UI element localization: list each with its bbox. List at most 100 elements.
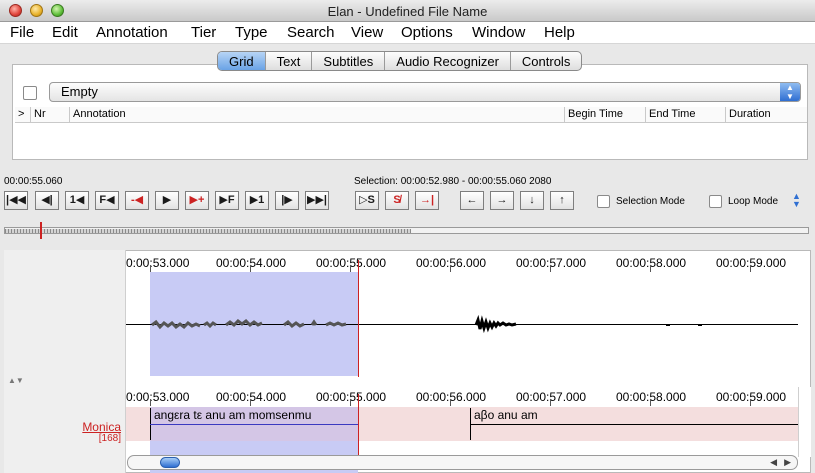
previous-second-button[interactable]: 1◀	[65, 191, 89, 210]
next-frame-button[interactable]: ▶F	[215, 191, 239, 210]
selection-readout: Selection: 00:00:52.980 - 00:00:55.060 2…	[354, 176, 552, 187]
ruler-tick	[550, 265, 551, 272]
tab-grid[interactable]: Grid	[218, 52, 266, 70]
tier-vertical-scrollbar[interactable]	[798, 387, 811, 457]
previous-pixel-button[interactable]: -◀	[125, 191, 149, 210]
annotation-2-extent	[470, 424, 798, 425]
column-header-duration[interactable]: Duration	[726, 107, 807, 123]
column-header-begin-time[interactable]: Begin Time	[565, 107, 646, 123]
ruler-tick-label: 00:00:59.000	[716, 256, 787, 270]
go-to-begin-icon: |◀◀	[6, 194, 26, 206]
step-forward-frame-icon: ▶F	[219, 194, 235, 206]
ruler-tick-label: 00:00:55.000	[316, 390, 387, 404]
volume-spinner-icon[interactable]: ▲ ▼	[792, 192, 801, 209]
step-forward-second-icon: ▶1	[249, 194, 265, 206]
ruler-tick	[450, 399, 451, 406]
next-second-button[interactable]: ▶1	[245, 191, 269, 210]
selection-mode-checkbox[interactable]	[597, 195, 610, 208]
go-to-end-icon: ▶▶|	[307, 194, 327, 206]
play-button[interactable]: ▶	[155, 191, 179, 210]
tab-controls[interactable]: Controls	[511, 52, 581, 70]
ruler-tick	[350, 399, 351, 406]
ruler-tick-label: 00:00:55.000	[316, 256, 387, 270]
annotation-ruler: 0:00:53.000 00:00:54.000 00:00:55.000 00…	[126, 384, 798, 406]
ruler-tick-label: 00:00:59.000	[716, 390, 787, 404]
arrow-up-icon: ↑	[559, 194, 565, 206]
media-time-readout: 00:00:55.060	[4, 176, 63, 187]
play-selection-button[interactable]: ▷S	[355, 191, 379, 210]
next-frame-block-button[interactable]: |▶	[275, 191, 299, 210]
menu-view[interactable]: View	[351, 24, 383, 41]
menu-file[interactable]: File	[10, 24, 34, 41]
crosshair-cursor	[358, 260, 359, 377]
crosshair-position-marker[interactable]	[40, 222, 42, 239]
ruler-tick	[150, 399, 151, 406]
step-back-pixel-icon: -◀	[130, 194, 144, 206]
skip-back-icon: ◀|	[41, 194, 53, 206]
waveform-resize-arrows-icon[interactable]: ▲▼	[8, 376, 24, 385]
tier-name[interactable]: Monica	[80, 420, 121, 434]
menu-help[interactable]: Help	[544, 24, 575, 41]
tab-audio-recognizer[interactable]: Audio Recognizer	[385, 52, 511, 70]
ruler-tick	[750, 265, 751, 272]
tier-down-button[interactable]: ↓	[520, 191, 544, 210]
ruler-tick-label: 00:00:58.000	[616, 256, 687, 270]
menu-search[interactable]: Search	[287, 24, 335, 41]
ruler-tick-label: 00:00:56.000	[416, 256, 487, 270]
next-pixel-button[interactable]: ▶+	[185, 191, 209, 210]
tier-select[interactable]: Empty ▲ ▼	[49, 82, 801, 102]
waveform	[151, 314, 702, 334]
ruler-tick	[450, 265, 451, 272]
step-back-frame-icon: F◀	[99, 194, 115, 206]
tier-up-button[interactable]: ↑	[550, 191, 574, 210]
prev-annotation-button[interactable]: ←	[460, 191, 484, 210]
tier-select-value: Empty	[61, 84, 98, 99]
go-to-selection-end-icon: →|	[419, 194, 435, 206]
tab-text[interactable]: Text	[266, 52, 313, 70]
scroll-right-arrow-icon[interactable]: ▶	[784, 457, 791, 468]
timeline-horizontal-scrollbar[interactable]: ◀ ▶	[127, 455, 798, 470]
play-icon: ▶	[162, 194, 172, 206]
menu-tier[interactable]: Tier	[191, 24, 216, 41]
menu-options[interactable]: Options	[401, 24, 453, 41]
annotation-2[interactable]: aβo anu am	[474, 408, 538, 422]
column-header-annotation[interactable]: Annotation	[70, 107, 565, 123]
previous-frame-button[interactable]: F◀	[95, 191, 119, 210]
ruler-tick	[650, 399, 651, 406]
column-header-expand[interactable]: >	[15, 107, 31, 123]
scroll-left-arrow-icon[interactable]: ◀	[770, 457, 777, 468]
media-position-slider[interactable]	[4, 227, 809, 234]
menu-type[interactable]: Type	[235, 24, 268, 41]
grid-tier-checkbox[interactable]	[23, 86, 37, 100]
loop-mode-checkbox[interactable]	[709, 195, 722, 208]
tab-subtitles[interactable]: Subtitles	[312, 52, 386, 70]
view-tabs: Grid Text Subtitles Audio Recognizer Con…	[217, 51, 583, 71]
ruler-tick-label: 00:00:58.000	[616, 390, 687, 404]
menu-edit[interactable]: Edit	[52, 24, 78, 41]
waveform-ruler: 0:00:53.000 00:00:54.000 00:00:55.000 00…	[126, 250, 798, 272]
ruler-tick	[150, 265, 151, 272]
previous-frame-block-button[interactable]: ◀|	[35, 191, 59, 210]
annotation-1-extent	[150, 424, 358, 425]
ruler-tick-label: 00:00:57.000	[516, 256, 587, 270]
ruler-tick	[250, 265, 251, 272]
loop-mode-label: Loop Mode	[728, 196, 779, 207]
column-header-nr[interactable]: Nr	[31, 107, 70, 123]
next-annotation-button[interactable]: →	[490, 191, 514, 210]
grid-panel: Empty ▲ ▼ > Nr Annotation Begin Time End …	[12, 64, 808, 160]
go-to-end-button[interactable]: ▶▶|	[305, 191, 329, 210]
menu-window[interactable]: Window	[472, 24, 525, 41]
ruler-tick-label: 0:00:53.000	[126, 390, 190, 404]
selection-end-button[interactable]: →|	[415, 191, 439, 210]
ruler-tick-label: 00:00:54.000	[216, 390, 287, 404]
annotation-1[interactable]: angεra tε anu am momsenmu	[154, 408, 311, 422]
dropdown-arrows-icon[interactable]: ▲ ▼	[780, 83, 800, 101]
clear-selection-icon: S̸	[393, 194, 401, 206]
menu-annotation[interactable]: Annotation	[96, 24, 168, 41]
ruler-tick	[650, 265, 651, 272]
go-to-begin-button[interactable]: |◀◀	[4, 191, 28, 210]
column-header-end-time[interactable]: End Time	[646, 107, 726, 123]
step-forward-pixel-icon: ▶+	[189, 194, 205, 206]
scrollbar-thumb[interactable]	[160, 457, 180, 468]
clear-selection-button[interactable]: S̸	[385, 191, 409, 210]
